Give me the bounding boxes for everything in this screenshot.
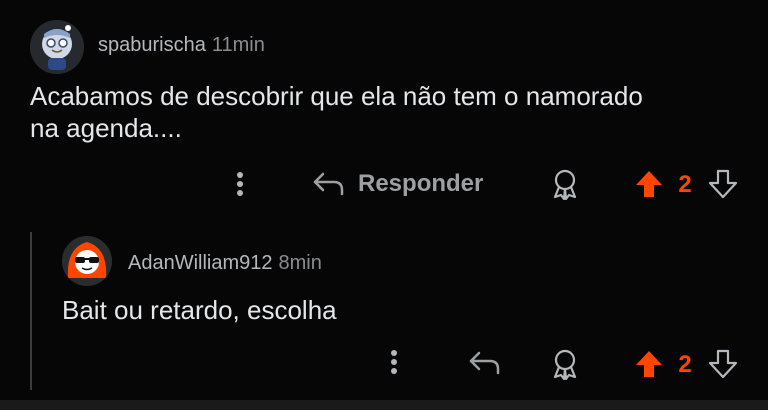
comment-username[interactable]: AdanWilliam912 8min (128, 252, 322, 275)
reply-icon (313, 172, 344, 196)
comment-username[interactable]: spaburischa 11min (98, 34, 265, 57)
comment-body: Acabamos de descobrir que ela não tem o … (30, 80, 643, 144)
downvote-arrow-icon (708, 349, 738, 379)
comment-2: AdanWilliam912 8min Bait ou retardo, esco… (0, 218, 768, 400)
award-button[interactable] (548, 346, 582, 382)
avatar[interactable] (62, 236, 112, 286)
award-icon (553, 349, 577, 380)
comment-timestamp: 11min (211, 34, 265, 56)
upvote-arrow-icon (636, 351, 662, 377)
vote-count: 2 (674, 348, 696, 382)
vote-count: 2 (674, 168, 696, 202)
comment-text-line-1: Acabamos de descobrir que ela não tem o … (30, 81, 643, 111)
downvote-button[interactable] (706, 166, 740, 202)
bottom-divider (0, 400, 768, 410)
comment-text-line-2: na agenda.... (30, 113, 182, 143)
upvote-button[interactable] (632, 166, 666, 202)
downvote-button[interactable] (706, 346, 740, 382)
comment-text: Bait ou retardo, escolha (62, 295, 337, 325)
reply-button[interactable]: Responder (312, 166, 483, 202)
avatar[interactable] (30, 20, 84, 74)
username-text[interactable]: spaburischa (98, 34, 206, 56)
vote-count-text: 2 (678, 351, 692, 378)
comment-timestamp: 8min (278, 252, 322, 274)
more-vertical-icon (237, 172, 243, 196)
downvote-arrow-icon (708, 169, 738, 199)
reply-label[interactable]: Responder (358, 170, 483, 198)
more-vertical-icon (391, 350, 397, 374)
comment-body: Bait ou retardo, escolha (62, 294, 337, 326)
upvote-arrow-icon (636, 171, 662, 197)
comment-1: spaburischa 11min Acabamos de descobrir q… (0, 0, 768, 218)
upvote-button[interactable] (632, 346, 666, 382)
award-button[interactable] (548, 166, 582, 202)
snoo-sunglasses-avatar-icon (62, 236, 112, 286)
reply-button[interactable] (466, 346, 502, 380)
reply-icon (469, 351, 500, 375)
vote-count-text: 2 (678, 171, 692, 198)
more-options-button[interactable] (380, 346, 408, 378)
award-icon (553, 169, 577, 200)
username-text[interactable]: AdanWilliam912 (128, 252, 273, 274)
more-options-button[interactable] (226, 168, 254, 200)
snoo-avatar-icon (30, 20, 84, 74)
